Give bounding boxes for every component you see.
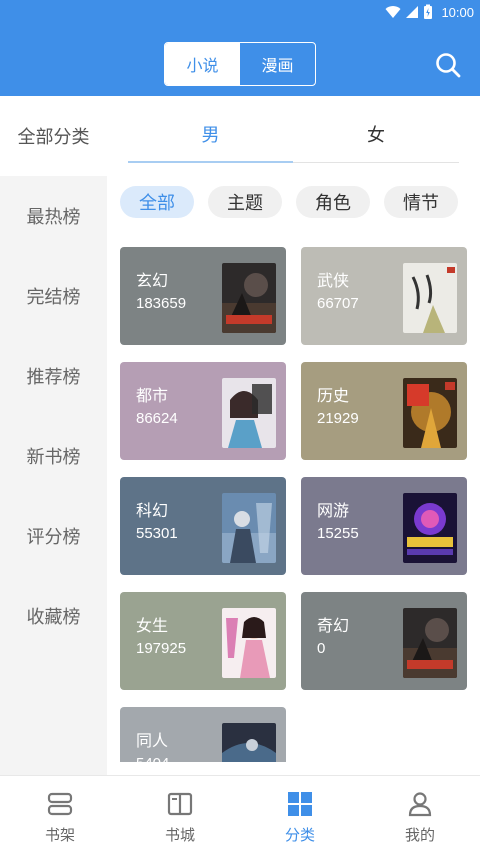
category-card[interactable]: 女生 197925 [120,592,286,690]
category-count: 66707 [317,295,359,312]
category-card[interactable]: 都市 86624 [120,362,286,460]
category-count: 183659 [136,295,187,312]
category-count: 197925 [136,640,187,657]
category-name: 历史 [317,386,350,405]
tab-novel[interactable]: 小说 [165,43,240,85]
sidebar-item-recommended[interactable]: 推荐榜 [0,356,107,396]
category-count: 21929 [317,410,359,427]
category-name: 都市 [136,386,169,405]
category-card[interactable]: 同人 5404 [120,707,286,762]
book-cover-image [403,263,457,333]
nav-label: 书架 [44,826,75,844]
category-name: 同人 [136,731,169,750]
sidebar-item-favorites[interactable]: 收藏榜 [0,596,107,636]
grid-icon [288,792,312,816]
nav-label: 书城 [164,826,195,844]
tab-comic[interactable]: 漫画 [240,43,315,85]
category-count: 5404 [136,755,169,762]
nav-categories[interactable]: 分类 [240,776,360,855]
category-name: 玄幻 [136,271,169,290]
wifi-icon [385,6,401,19]
chip-character[interactable]: 角色 [296,186,370,218]
book-cover-image [222,493,276,563]
category-count: 15255 [317,525,359,542]
nav-label: 分类 [284,826,315,844]
chip-theme[interactable]: 主题 [208,186,282,218]
bottom-navigation: 书架 书城 分类 我的 [0,775,480,855]
category-count: 55301 [136,525,178,542]
chip-plot[interactable]: 情节 [384,186,458,218]
top-header: 10:00 小说 漫画 [0,0,480,96]
category-card[interactable]: 科幻 55301 [120,477,286,575]
category-grid: 玄幻 183659 武侠 66707 都市 86624 历史 21929 科幻 … [107,232,480,762]
book-cover-image [222,723,276,762]
nav-bookshelf[interactable]: 书架 [0,776,120,855]
book-cover-image [403,608,457,678]
book-cover-image [222,608,276,678]
app-root: 10:00 小说 漫画 全部分类 最热榜 完结榜 推荐榜 新书榜 评分榜 收藏榜… [0,0,480,855]
sidebar-item-hot[interactable]: 最热榜 [0,196,107,236]
category-name: 女生 [136,616,169,635]
category-name: 武侠 [317,271,350,290]
content-type-switch: 小说 漫画 [164,42,316,86]
nav-bookstore[interactable]: 书城 [120,776,240,855]
category-card[interactable]: 网游 15255 [301,477,467,575]
category-name: 科幻 [136,501,169,520]
category-card[interactable]: 武侠 66707 [301,247,467,345]
category-name: 网游 [317,501,350,520]
active-tab-indicator [128,161,293,163]
status-time: 10:00 [441,4,474,20]
user-icon [408,792,432,817]
book-cover-image [222,263,276,333]
search-button[interactable] [434,51,462,79]
category-card[interactable]: 历史 21929 [301,362,467,460]
book-cover-image [403,378,457,448]
sidebar-item-all-categories[interactable]: 全部分类 [0,96,107,176]
category-count: 86624 [136,410,178,427]
sidebar-item-completed[interactable]: 完结榜 [0,276,107,316]
signal-icon [406,6,419,18]
search-icon [436,53,461,78]
status-bar: 10:00 [385,2,474,22]
category-card[interactable]: 奇幻 0 [301,592,467,690]
category-name: 奇幻 [317,616,350,635]
nav-profile[interactable]: 我的 [360,776,480,855]
book-icon [167,792,193,816]
battery-icon [424,4,433,19]
category-card[interactable]: 玄幻 183659 [120,247,286,345]
tab-female[interactable]: 女 [293,114,459,154]
sidebar-item-rating[interactable]: 评分榜 [0,516,107,556]
book-cover-image [222,378,276,448]
tab-male[interactable]: 男 [128,114,293,154]
category-count: 0 [317,640,326,657]
chip-all[interactable]: 全部 [120,186,194,218]
book-cover-image [403,493,457,563]
nav-label: 我的 [404,826,435,844]
sidebar-item-new[interactable]: 新书榜 [0,436,107,476]
bookshelf-icon [47,792,73,816]
